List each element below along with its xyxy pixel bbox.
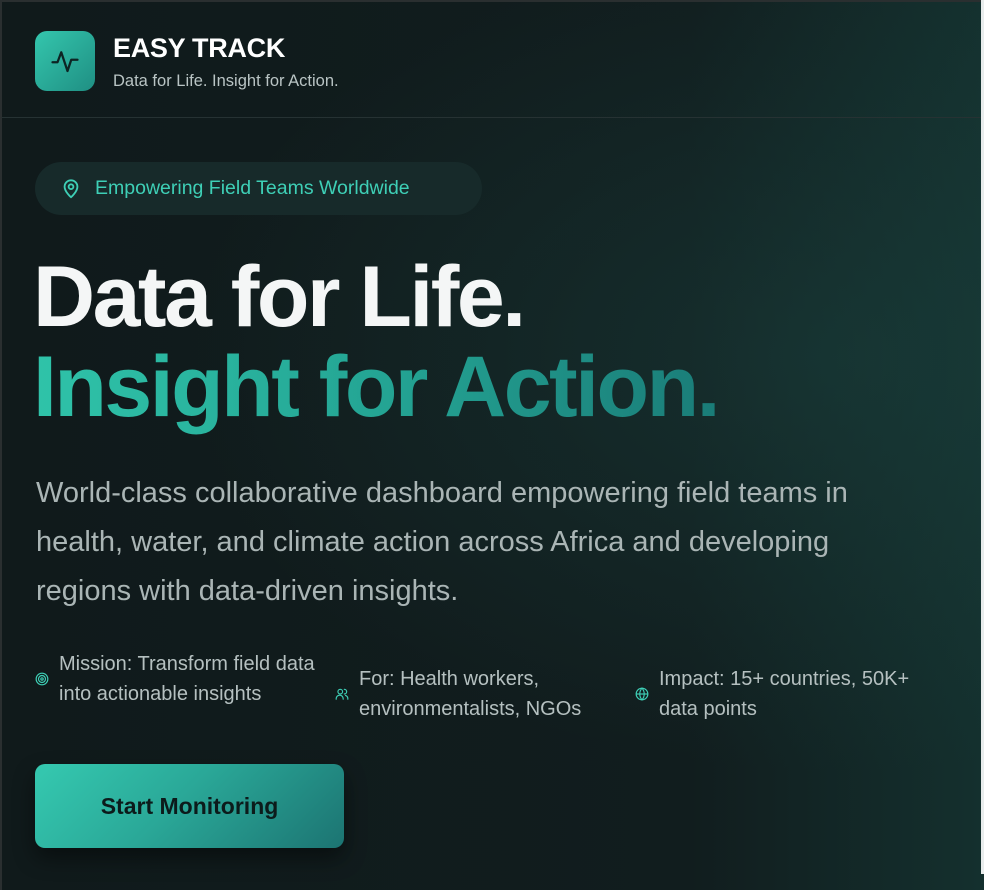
feature-audience: For: Health workers, environmentalists, …	[335, 664, 619, 724]
brand-tagline: Data for Life. Insight for Action.	[113, 72, 339, 90]
brand-name: EASY TRACK	[113, 33, 286, 63]
feature-mission-text: Mission: Transform field data into actio…	[59, 653, 315, 705]
users-icon	[335, 687, 349, 701]
feature-impact-text: Impact: 15+ countries, 50K+ data points	[659, 668, 910, 720]
hero-headline-line2: Insight for Action.	[33, 339, 721, 435]
feature-mission: Mission: Transform field data into actio…	[35, 649, 319, 709]
map-pin-icon	[60, 178, 82, 200]
feature-audience-text: For: Health workers, environmentalists, …	[359, 668, 582, 720]
app-header: EASY TRACK Data for Life. Insight for Ac…	[2, 2, 984, 118]
activity-pulse-icon	[50, 46, 80, 76]
hero-description: World-class collaborative dashboard empo…	[36, 477, 848, 607]
brand-logo[interactable]	[35, 31, 95, 91]
hero-badge-text: Empowering Field Teams Worldwide	[95, 177, 410, 199]
globe-icon	[635, 687, 649, 701]
feature-impact: Impact: 15+ countries, 50K+ data points	[635, 664, 919, 724]
start-monitoring-button[interactable]: Start Monitoring	[35, 764, 344, 848]
page: EASY TRACK Data for Life. Insight for Ac…	[0, 0, 984, 890]
hero-headline-line1: Data for Life.	[33, 249, 526, 345]
target-icon	[35, 672, 49, 686]
hero-badge: Empowering Field Teams Worldwide	[35, 162, 482, 215]
